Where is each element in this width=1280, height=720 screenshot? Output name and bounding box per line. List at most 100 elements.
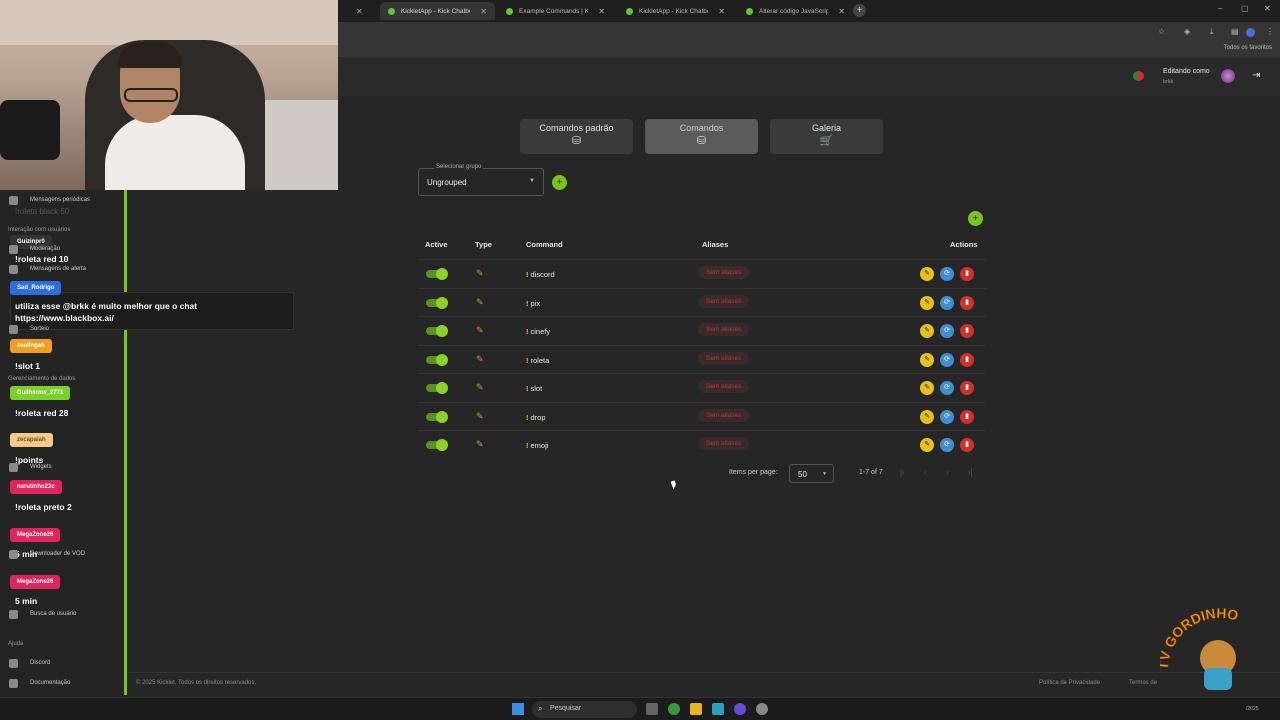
duplicate-command-button[interactable]: ⟳ [940,267,954,281]
all-bookmarks-link[interactable]: Todos os favoritos [1224,45,1272,51]
tab-label: Example Commands | Kicklet.a [519,7,589,15]
minimize-icon[interactable]: – [1218,4,1222,13]
new-tab-button[interactable]: + [853,4,866,17]
duplicate-command-button[interactable]: ⟳ [940,352,954,367]
duplicate-command-button[interactable]: ⟳ [940,438,954,452]
browser-tab[interactable]: KickletApp - Kick Chatbot and ✕ [618,2,733,20]
active-toggle[interactable] [426,268,448,280]
taskview-icon[interactable] [646,703,658,715]
tab-commands[interactable]: Comandos ⛁ [645,119,758,154]
close-tab-icon[interactable]: ✕ [718,7,725,16]
edit-command-button[interactable]: ✎ [920,381,934,395]
avatar[interactable] [1221,69,1235,83]
items-per-page-select[interactable]: 50 ▼ [789,464,834,483]
edit-command-button[interactable]: ✎ [920,295,934,310]
chevron-down-icon: ▼ [529,178,535,184]
logout-icon[interactable]: ⇥ [1252,70,1260,81]
command-prefix: ! [526,270,529,279]
edit-command-button[interactable]: ✎ [920,438,934,452]
chat-username-badge: MegaZone26 [10,575,61,589]
sidebar-item[interactable]: Moderação [30,246,60,252]
delete-command-button[interactable]: ▮ [960,324,974,338]
browser-tab[interactable]: Alterar código JavaScript ✕ [738,2,853,20]
duplicate-command-button[interactable]: ⟳ [940,295,954,310]
group-select[interactable]: Ungrouped ▼ [418,168,544,196]
edit-command-button[interactable]: ✎ [920,267,934,281]
extensions-icon[interactable]: ◈ [1184,27,1190,36]
duplicate-command-button[interactable]: ⟳ [940,324,954,338]
tab-label: KickletApp - Kick Chatbot and [401,7,470,15]
browser-tab[interactable]: KickletApp - Kick Chatbot and ✕ [380,2,495,20]
sidebar-item[interactable]: Widgets [30,464,52,470]
app-icon[interactable] [712,703,724,715]
command-prefix: ! [526,327,529,336]
sidebar-item[interactable]: Busca de usuário [30,611,76,617]
privacy-policy-link[interactable]: Política de Privacidade [1039,680,1100,686]
discord-icon[interactable] [734,703,746,715]
tab-default-commands[interactable]: Comandos padrão ⛁ [520,119,633,154]
duplicate-command-button[interactable]: ⟳ [940,381,954,395]
star-icon[interactable]: ☆ [1158,27,1165,36]
sidebar-item-discord[interactable]: Discord [30,660,50,666]
active-toggle[interactable] [426,382,448,394]
chat-message: !roleta red 28 [15,408,69,418]
tab-gallery[interactable]: Galeria 🛒 [770,119,883,154]
footer: © 2025 Kicklet. Todos os direitos reserv… [128,672,1280,695]
edit-command-button[interactable]: ✎ [920,352,934,367]
delete-command-button[interactable]: ▮ [960,409,974,424]
profile-icon[interactable] [1246,28,1255,37]
next-page-icon[interactable]: › [946,468,949,477]
add-group-button[interactable]: + [552,175,567,190]
active-toggle[interactable] [426,410,448,423]
windows-start-icon[interactable] [512,703,524,715]
chrome-icon[interactable] [668,703,680,715]
active-toggle[interactable] [426,353,448,366]
edit-command-button[interactable]: ✎ [920,409,934,424]
first-page-icon[interactable]: |‹ [900,468,905,477]
active-toggle[interactable] [426,296,448,309]
active-toggle[interactable] [426,325,448,337]
delete-command-button[interactable]: ▮ [960,352,974,367]
tab-label: Galeria [811,123,841,133]
close-tab-icon[interactable]: ✕ [598,7,605,16]
taskbar-search[interactable]: ⌕ Pesquisar [532,701,637,718]
table-row: ✎! pix Sem aliases ✎ ⟳ ▮ [418,287,986,316]
column-header-active: Active [425,240,448,249]
duplicate-command-button[interactable]: ⟳ [940,409,954,424]
sidebar-item[interactable]: Sorteio [30,326,49,332]
sidebar-item-docs[interactable]: Documentação [30,680,70,686]
delete-command-button[interactable]: ▮ [960,381,974,395]
aliases-badge: Sem aliases [698,437,750,450]
file-explorer-icon[interactable] [690,703,702,715]
active-toggle[interactable] [426,439,448,451]
sidebar-item-icon [9,550,18,559]
sidebar-item[interactable]: Mensagens de alerta [30,266,86,272]
maximize-icon[interactable]: ▢ [1241,4,1249,13]
sidebar-accent-bar [124,190,127,695]
sidebar-icon[interactable]: ▤ [1231,27,1239,36]
delete-command-button[interactable]: ▮ [960,267,974,281]
delete-command-button[interactable]: ▮ [960,438,974,452]
delete-command-button[interactable]: ▮ [960,295,974,310]
close-tab-icon[interactable]: ✕ [356,7,363,16]
settings-icon[interactable] [756,703,768,715]
close-tab-icon[interactable]: ✕ [480,7,487,16]
terms-link[interactable]: Termos de [1129,680,1157,686]
menu-icon[interactable]: ⋮ [1266,27,1274,36]
sidebar-item[interactable]: Downloader de VOD [30,551,85,557]
add-command-button[interactable]: + [968,211,983,226]
command-label: slot [530,384,543,393]
taskbar-search-label: Pesquisar [550,705,582,712]
last-page-icon[interactable]: ›| [968,468,973,477]
download-icon[interactable]: ⤓ [1210,27,1214,37]
browser-tab[interactable]: ia Go✕ [338,2,368,20]
browser-tab[interactable]: Example Commands | Kicklet.a ✕ [498,2,613,20]
sidebar-item[interactable]: Mensagens periódicas [30,197,90,203]
previous-page-icon[interactable]: ‹ [924,468,927,477]
close-window-icon[interactable]: ✕ [1264,4,1271,13]
aliases-badge: Sem aliases [698,408,750,422]
edit-command-button[interactable]: ✎ [920,324,934,338]
language-flag-icon[interactable] [1133,71,1144,81]
close-tab-icon[interactable]: ✕ [838,7,845,16]
sidebar-item-icon [9,196,18,205]
